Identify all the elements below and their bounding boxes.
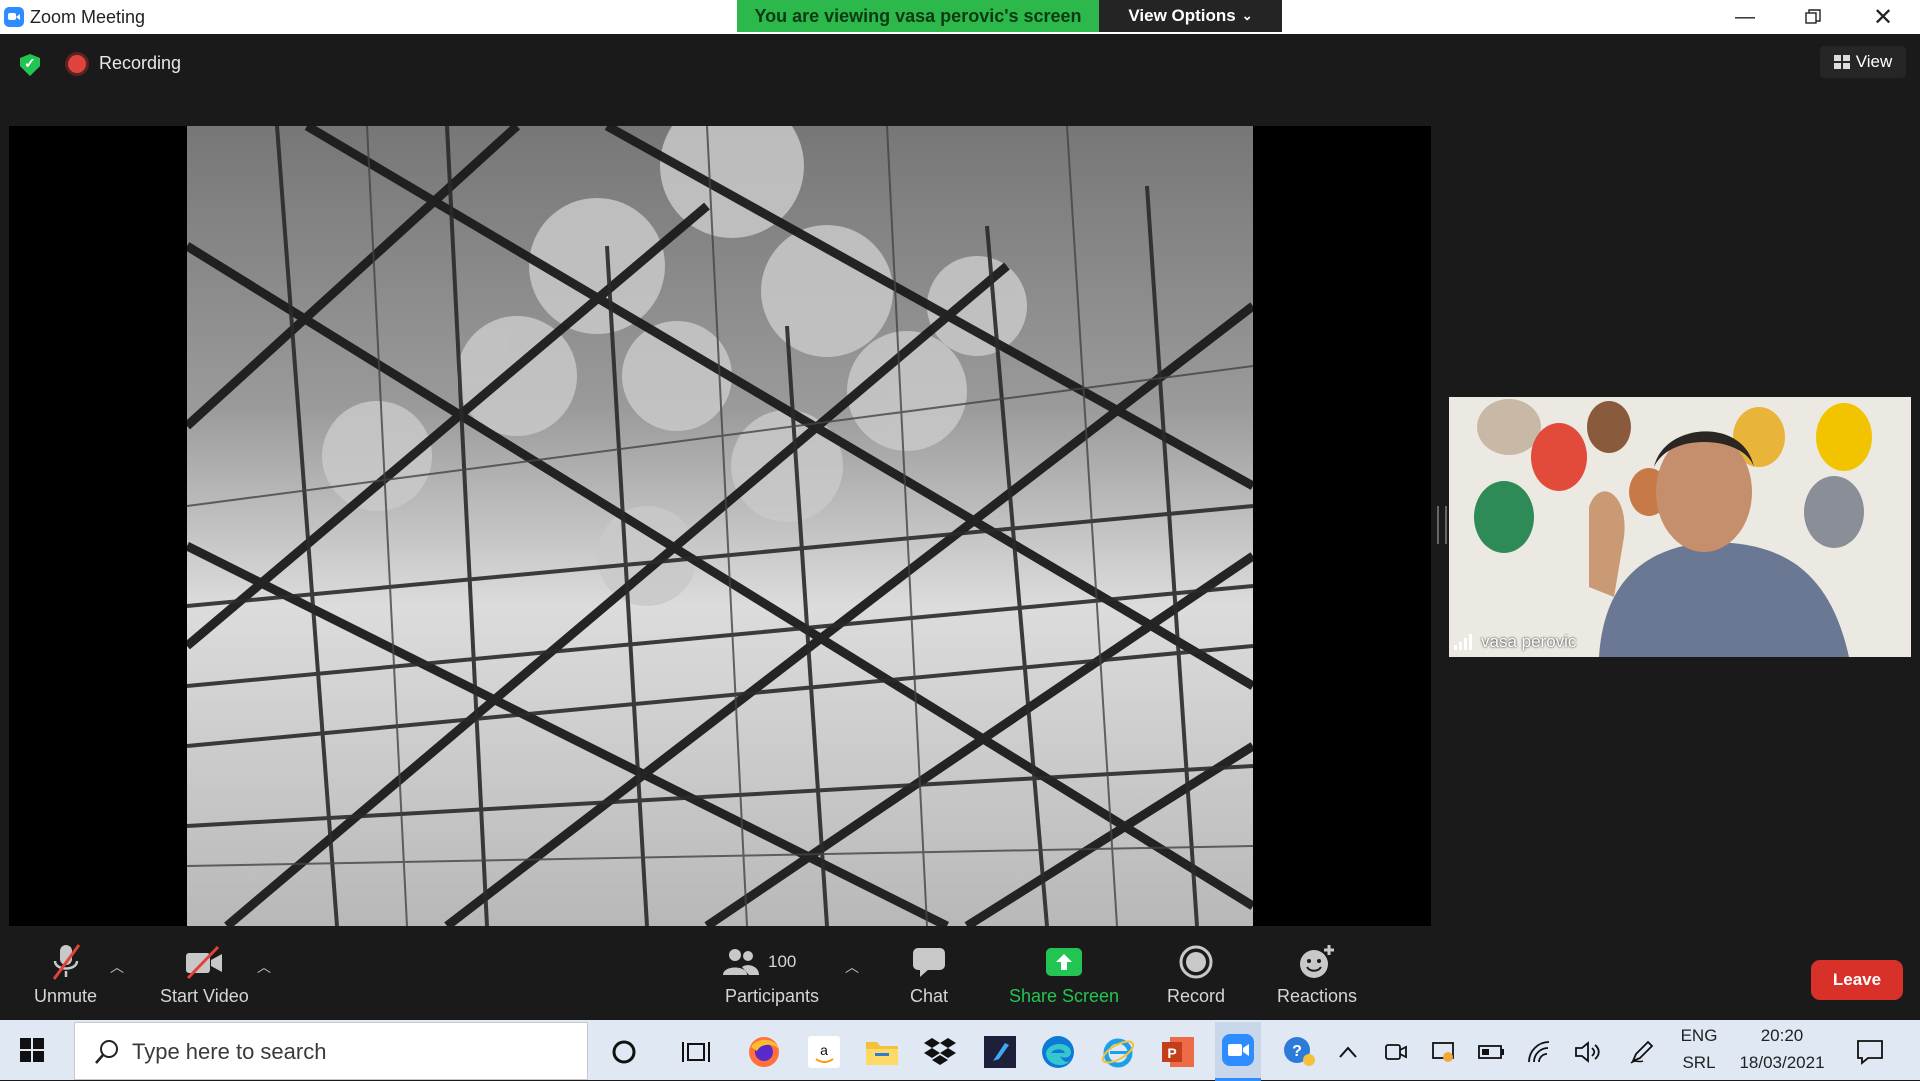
window-title: Zoom Meeting <box>30 7 146 27</box>
chevron-up-icon: ︿ <box>257 959 271 975</box>
view-label: View <box>1855 52 1893 71</box>
unmute-label: Unmute <box>34 986 98 1006</box>
share-screen-label: Share Screen <box>1009 986 1120 1006</box>
microphone-muted-icon <box>52 944 80 980</box>
participants-label: Participants <box>724 986 820 1006</box>
meeting-top-bar <box>0 34 1920 126</box>
cortana-icon[interactable] <box>606 1034 642 1070</box>
zoom-logo-icon <box>4 7 24 27</box>
chevron-down-icon: ⌄ <box>1241 8 1253 23</box>
minimize-button[interactable]: — <box>1710 0 1780 34</box>
video-options-caret[interactable]: ︿ <box>257 957 271 977</box>
svg-text:?: ? <box>1292 1043 1302 1060</box>
dropbox-icon[interactable] <box>922 1034 958 1070</box>
pen-icon[interactable] <box>1624 1034 1660 1070</box>
wifi-icon[interactable] <box>1522 1034 1558 1070</box>
unmute-button[interactable]: Unmute <box>34 942 97 1012</box>
volume-icon[interactable] <box>1570 1034 1606 1070</box>
record-button[interactable]: Record <box>1167 942 1225 1012</box>
leave-meeting-button[interactable]: Leave <box>1811 960 1903 1000</box>
amazon-icon[interactable]: a <box>806 1034 842 1070</box>
panel-resize-handle[interactable] <box>1437 506 1447 544</box>
chevron-up-icon: ︿ <box>845 959 859 975</box>
edge-icon[interactable] <box>1040 1034 1076 1070</box>
network-signal-icon <box>1454 634 1472 650</box>
notifications-icon[interactable] <box>1852 1034 1888 1070</box>
meeting-controls-toolbar <box>0 926 1920 1020</box>
speaker-name-label: vasa perovic <box>1481 632 1577 651</box>
reactions-button[interactable]: Reactions <box>1277 942 1357 1012</box>
shared-screen-image <box>187 126 1253 926</box>
chat-label: Chat <box>909 986 949 1006</box>
chat-button[interactable]: Chat <box>907 942 951 1012</box>
help-icon[interactable]: ? <box>1282 1034 1318 1070</box>
recording-indicator-icon <box>68 55 86 73</box>
close-button[interactable]: ✕ <box>1848 0 1918 34</box>
record-label: Record <box>1167 986 1226 1006</box>
participants-button[interactable]: 100 Participants <box>722 942 822 1012</box>
share-screen-icon <box>1046 948 1083 976</box>
camera-off-icon <box>186 945 223 979</box>
view-options-button[interactable]: View Options ⌄ <box>1099 0 1282 32</box>
viewing-screen-banner: You are viewing vasa perovic's screen <box>737 0 1099 32</box>
chat-icon <box>913 948 945 977</box>
chevron-up-icon: ︿ <box>110 959 124 975</box>
view-layout-button[interactable]: View <box>1820 46 1906 78</box>
restore-icon <box>1805 9 1821 24</box>
speaker-video-tile[interactable] <box>1449 397 1911 657</box>
clock-date[interactable]: 18/03/2021 <box>1730 1053 1834 1073</box>
file-explorer-icon[interactable] <box>864 1034 900 1070</box>
battery-icon[interactable] <box>1474 1034 1510 1070</box>
reactions-label: Reactions <box>1277 986 1358 1006</box>
meet-now-icon[interactable] <box>1378 1034 1414 1070</box>
start-video-label: Start Video <box>160 986 249 1006</box>
language-indicator-top[interactable]: ENG <box>1676 1026 1722 1046</box>
windows-start-icon[interactable] <box>20 1038 44 1062</box>
show-hidden-icons-chevron-icon[interactable] <box>1330 1034 1366 1070</box>
scaffolding-photo <box>187 126 1253 926</box>
search-icon <box>95 1040 118 1064</box>
internet-explorer-icon[interactable] <box>1100 1034 1136 1070</box>
participants-options-caret[interactable]: ︿ <box>845 957 859 977</box>
participants-count: 100 <box>768 952 797 971</box>
device-sync-icon[interactable] <box>1426 1034 1462 1070</box>
svg-text:a: a <box>820 1042 828 1058</box>
clock-time[interactable]: 20:20 <box>1730 1026 1834 1046</box>
grid-view-icon <box>1833 55 1850 69</box>
reactions-icon <box>1300 945 1335 978</box>
visual-studio-icon[interactable] <box>982 1034 1018 1070</box>
view-options-label: View Options <box>1128 6 1236 25</box>
svg-text:P: P <box>1167 1045 1176 1061</box>
firefox-icon[interactable] <box>746 1034 782 1070</box>
task-view-icon[interactable] <box>678 1034 714 1070</box>
record-icon <box>1179 945 1213 979</box>
powerpoint-icon[interactable]: P <box>1160 1034 1196 1070</box>
share-screen-button[interactable]: Share Screen <box>1009 942 1119 1012</box>
audio-options-caret[interactable]: ︿ <box>110 957 124 977</box>
language-indicator-bottom[interactable]: SRL <box>1676 1053 1722 1073</box>
minimize-icon: — <box>1735 5 1755 28</box>
zoom-icon[interactable] <box>1215 1022 1261 1081</box>
start-video-button[interactable]: Start Video <box>160 942 249 1012</box>
recording-label: Recording <box>99 53 182 73</box>
close-icon: ✕ <box>1872 3 1894 31</box>
speaker-video-frame <box>1449 397 1911 657</box>
search-placeholder: Type here to search <box>132 1039 327 1064</box>
shared-screen-area <box>9 126 1431 926</box>
participants-icon <box>723 949 759 975</box>
restore-button[interactable] <box>1778 0 1848 34</box>
